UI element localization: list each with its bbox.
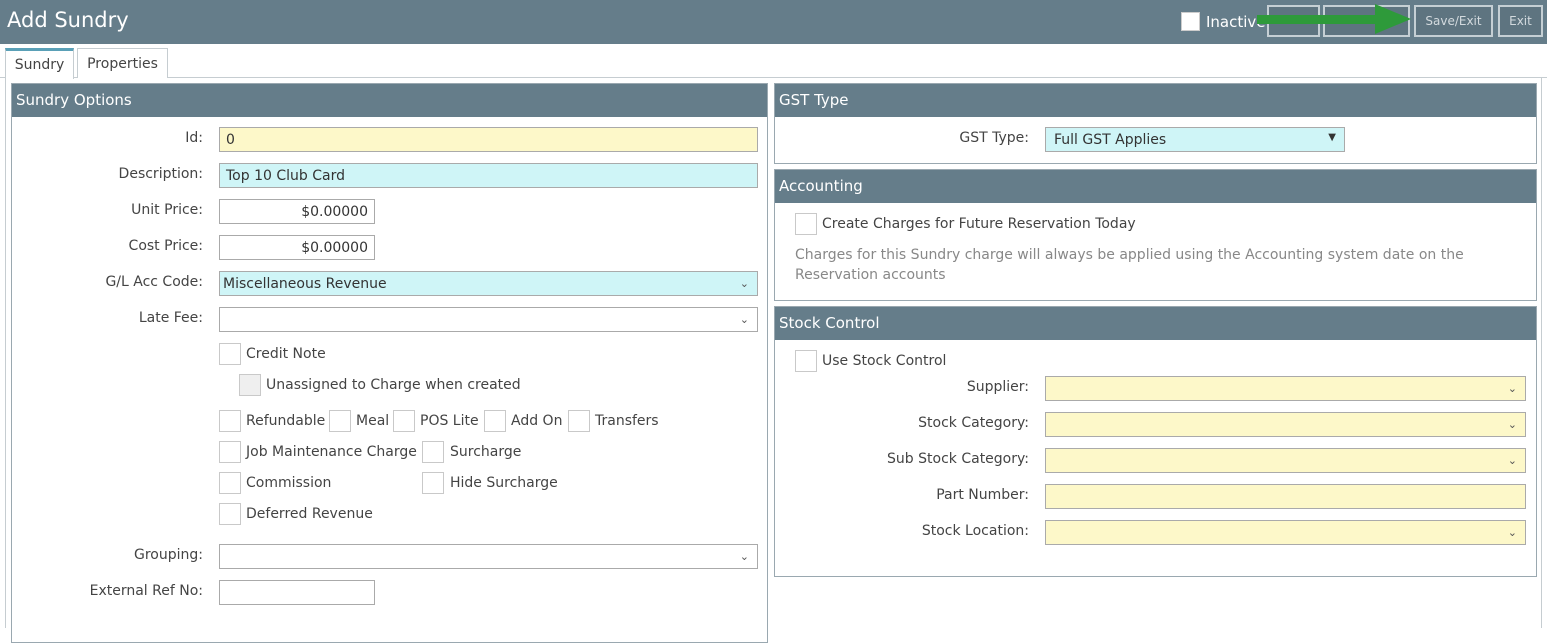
- sub-stock-category-label: Sub Stock Category:: [887, 451, 1029, 467]
- accounting-heading: Accounting: [775, 170, 1536, 203]
- deferred-revenue-checkbox[interactable]: [219, 503, 241, 525]
- chevron-down-icon: ⌄: [739, 313, 749, 326]
- sub-stock-category-select[interactable]: ⌄: [1045, 448, 1526, 473]
- late-fee-label: Late Fee:: [138, 310, 203, 326]
- refundable-checkbox[interactable]: [219, 410, 241, 432]
- meal-checkbox[interactable]: [329, 410, 351, 432]
- grouping-label: Grouping:: [134, 547, 203, 563]
- id-field[interactable]: 0: [219, 127, 758, 152]
- chevron-down-icon: ⌄: [1507, 454, 1517, 467]
- save-exit-button[interactable]: Save/Exit: [1414, 5, 1493, 37]
- part-number-label: Part Number:: [936, 487, 1029, 503]
- exit-button[interactable]: Exit: [1498, 5, 1543, 37]
- chevron-down-icon: ⌄: [1507, 382, 1517, 395]
- meal-label: Meal: [356, 413, 390, 429]
- gl-acc-code-value: Miscellaneous Revenue: [223, 275, 387, 292]
- hide-surcharge-checkbox[interactable]: [422, 472, 444, 494]
- unit-price-value: $0.00000: [301, 203, 368, 220]
- external-ref-label: External Ref No:: [89, 583, 203, 599]
- chevron-down-icon: ⌄: [739, 277, 749, 290]
- chevron-down-icon: ⌄: [1507, 418, 1517, 431]
- stock-location-select[interactable]: ⌄: [1045, 520, 1526, 545]
- inactive-checkbox[interactable]: [1181, 12, 1200, 31]
- unit-price-label: Unit Price:: [131, 202, 203, 218]
- use-stock-control-checkbox[interactable]: [795, 350, 817, 372]
- gst-type-select[interactable]: Full GST Applies ▼: [1045, 127, 1345, 152]
- accounting-note: Charges for this Sundry charge will alwa…: [795, 245, 1525, 285]
- accounting-note-line-2: Reservation accounts: [795, 267, 946, 283]
- stock-category-label: Stock Category:: [918, 415, 1029, 431]
- stock-category-select[interactable]: ⌄: [1045, 412, 1526, 437]
- description-field[interactable]: Top 10 Club Card: [219, 163, 758, 188]
- id-value: 0: [226, 131, 235, 148]
- sundry-options-heading: Sundry Options: [12, 84, 767, 117]
- cost-price-field[interactable]: $0.00000: [219, 235, 375, 260]
- pos-lite-label: POS Lite: [420, 413, 479, 429]
- supplier-label: Supplier:: [966, 379, 1029, 395]
- pos-lite-checkbox[interactable]: [393, 410, 415, 432]
- content-border-right: [1541, 78, 1542, 628]
- caret-down-icon: ▼: [1328, 132, 1336, 143]
- description-label: Description:: [118, 166, 203, 182]
- external-ref-field[interactable]: [219, 580, 375, 605]
- tabs-divider: [0, 77, 1547, 78]
- unit-price-field[interactable]: $0.00000: [219, 199, 375, 224]
- part-number-field[interactable]: [1045, 484, 1526, 509]
- tab-sundry[interactable]: Sundry: [5, 48, 74, 79]
- use-stock-control-label: Use Stock Control: [822, 353, 947, 369]
- gst-type-label: GST Type:: [959, 130, 1029, 146]
- arrow-right-icon: [1257, 4, 1411, 34]
- chevron-down-icon: ⌄: [739, 550, 749, 563]
- tab-properties-label: Properties: [87, 55, 158, 72]
- deferred-revenue-label: Deferred Revenue: [246, 506, 373, 522]
- commission-checkbox[interactable]: [219, 472, 241, 494]
- description-value: Top 10 Club Card: [226, 167, 345, 184]
- stock-control-heading: Stock Control: [775, 307, 1536, 340]
- gst-type-heading: GST Type: [775, 84, 1536, 117]
- unassigned-checkbox[interactable]: [239, 374, 261, 396]
- commission-label: Commission: [246, 475, 332, 491]
- cost-price-label: Cost Price:: [128, 238, 203, 254]
- job-maintenance-label: Job Maintenance Charge: [246, 444, 417, 460]
- add-on-checkbox[interactable]: [484, 410, 506, 432]
- unassigned-label: Unassigned to Charge when created: [266, 377, 521, 393]
- credit-note-label: Credit Note: [246, 346, 326, 362]
- gl-acc-code-label: G/L Acc Code:: [105, 274, 203, 290]
- supplier-select[interactable]: ⌄: [1045, 376, 1526, 401]
- refundable-label: Refundable: [246, 413, 326, 429]
- page-title: Add Sundry: [7, 8, 129, 32]
- tab-properties[interactable]: Properties: [77, 48, 168, 78]
- tab-sundry-label: Sundry: [14, 57, 65, 73]
- id-label: Id:: [185, 130, 203, 146]
- job-maintenance-checkbox[interactable]: [219, 441, 241, 463]
- gst-type-value: Full GST Applies: [1054, 131, 1167, 148]
- credit-note-checkbox[interactable]: [219, 343, 241, 365]
- grouping-select[interactable]: ⌄: [219, 544, 758, 569]
- late-fee-select[interactable]: ⌄: [219, 307, 758, 332]
- stock-location-label: Stock Location:: [921, 523, 1029, 539]
- create-charges-checkbox[interactable]: [795, 213, 817, 235]
- add-on-label: Add On: [511, 413, 563, 429]
- content-border-left: [5, 78, 6, 628]
- gl-acc-code-select[interactable]: Miscellaneous Revenue ⌄: [219, 271, 758, 296]
- hide-surcharge-label: Hide Surcharge: [450, 475, 558, 491]
- cost-price-value: $0.00000: [301, 239, 368, 256]
- chevron-down-icon: ⌄: [1507, 526, 1517, 539]
- transfers-checkbox[interactable]: [568, 410, 590, 432]
- surcharge-checkbox[interactable]: [422, 441, 444, 463]
- transfers-label: Transfers: [595, 413, 659, 429]
- create-charges-label: Create Charges for Future Reservation To…: [822, 216, 1136, 232]
- surcharge-label: Surcharge: [450, 444, 522, 460]
- accounting-note-line-1: Charges for this Sundry charge will alwa…: [795, 247, 1464, 263]
